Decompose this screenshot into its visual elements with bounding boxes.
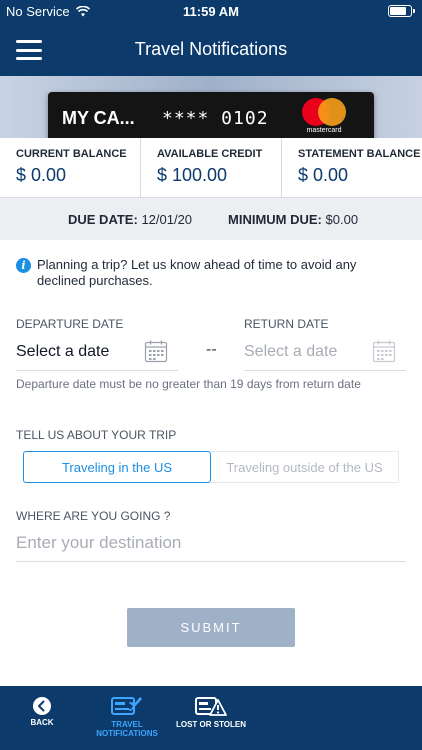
card-number: **** 0102 bbox=[162, 108, 269, 129]
back-arrow-icon bbox=[33, 697, 51, 715]
battery-icon bbox=[388, 5, 415, 17]
destination-input[interactable] bbox=[16, 530, 406, 553]
card-network-text: mastercard bbox=[306, 127, 342, 134]
info-message: i Planning a trip? Let us know ahead of … bbox=[16, 257, 396, 289]
date-range-separator: -- bbox=[206, 341, 217, 358]
return-date-field[interactable]: Select a date bbox=[244, 337, 406, 371]
departure-date-field[interactable]: Select a date bbox=[16, 337, 178, 371]
tab-travel-notifications[interactable]: TRAVEL NOTIFICATIONS bbox=[92, 686, 162, 750]
submit-button[interactable]: SUBMIT bbox=[127, 608, 295, 647]
departure-date-value[interactable]: Select a date bbox=[16, 343, 109, 361]
calendar-icon[interactable] bbox=[144, 339, 168, 363]
balance-label: CURRENT BALANCE bbox=[16, 148, 127, 160]
balance-summary: CURRENT BALANCE $ 0.00 AVAILABLE CREDIT … bbox=[0, 138, 422, 198]
trip-type-selector: Traveling in the US Traveling outside of… bbox=[23, 451, 399, 483]
balance-value: $ 0.00 bbox=[298, 165, 349, 185]
bottom-tab-bar: BACK TRAVEL NOTIFICATIONS LOST OR STOLEN bbox=[0, 686, 422, 750]
mastercard-logo-icon: mastercard bbox=[300, 98, 348, 136]
travel-card-plane-icon bbox=[111, 697, 142, 715]
tab-lost-or-stolen[interactable]: LOST OR STOLEN bbox=[170, 686, 252, 750]
current-balance: CURRENT BALANCE $ 0.00 bbox=[0, 138, 140, 197]
card-name: MY CA... bbox=[62, 108, 135, 128]
page-title: Travel Notifications bbox=[134, 39, 288, 59]
return-date-label: RETURN DATE bbox=[244, 317, 329, 331]
card-banner: MY CA... **** 0102 mastercard bbox=[0, 76, 422, 138]
due-date: DUE DATE: 12/01/20 bbox=[68, 212, 193, 227]
battery-fill bbox=[390, 7, 406, 15]
statement-balance: STATEMENT BALANCE $ 0.00 bbox=[281, 138, 422, 197]
credit-card-image: MY CA... **** 0102 mastercard bbox=[48, 92, 374, 138]
date-help-text: Departure date must be no greater than 1… bbox=[16, 377, 361, 391]
available-credit: AVAILABLE CREDIT $ 100.00 bbox=[140, 138, 281, 197]
destination-label: WHERE ARE YOU GOING ? bbox=[16, 509, 171, 523]
departure-date-label: DEPARTURE DATE bbox=[16, 317, 124, 331]
card-warning-icon bbox=[195, 697, 227, 716]
tab-label: TRAVEL bbox=[111, 720, 143, 729]
balance-label: STATEMENT BALANCE bbox=[298, 148, 421, 160]
due-bar: DUE DATE: 12/01/20 MINIMUM DUE: $0.00 bbox=[0, 198, 422, 240]
balance-value: $ 0.00 bbox=[16, 165, 67, 185]
status-bar: No Service 11:59 AM bbox=[0, 0, 422, 22]
option-traveling-in-us[interactable]: Traveling in the US bbox=[23, 451, 211, 483]
option-traveling-outside-us[interactable]: Traveling outside of the US bbox=[211, 451, 399, 483]
tab-back[interactable]: BACK bbox=[12, 686, 72, 750]
balance-value: $ 100.00 bbox=[157, 165, 228, 185]
balance-label: AVAILABLE CREDIT bbox=[157, 148, 263, 160]
tab-label: LOST OR STOLEN bbox=[175, 720, 247, 729]
nav-bar: Travel Notifications bbox=[0, 22, 422, 76]
trip-type-label: TELL US ABOUT YOUR TRIP bbox=[16, 428, 177, 442]
minimum-due: MINIMUM DUE: $0.00 bbox=[228, 212, 359, 227]
calendar-icon[interactable] bbox=[372, 339, 396, 363]
info-icon: i bbox=[16, 258, 31, 273]
tab-label: BACK bbox=[30, 718, 54, 727]
return-date-placeholder[interactable]: Select a date bbox=[244, 343, 337, 361]
destination-field bbox=[16, 530, 406, 562]
tab-label: NOTIFICATIONS bbox=[96, 729, 158, 738]
status-time: 11:59 AM bbox=[183, 4, 239, 19]
info-text: Planning a trip? Let us know ahead of ti… bbox=[37, 257, 357, 288]
